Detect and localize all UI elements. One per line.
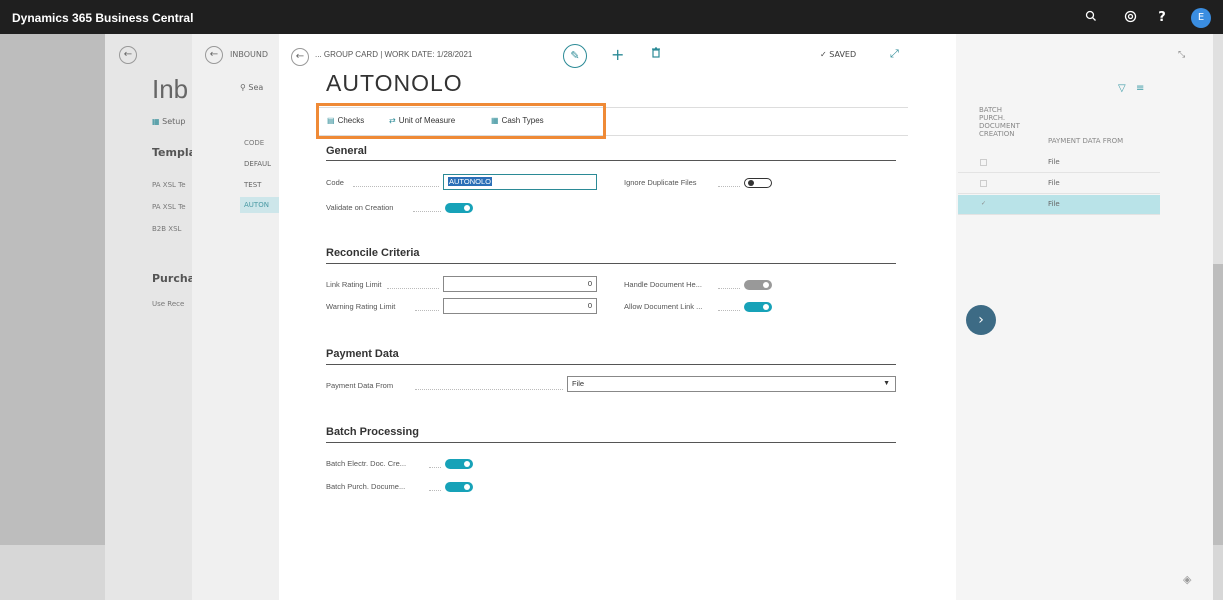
- page-2-title: INBOUND: [230, 50, 268, 59]
- field-leader: [413, 211, 441, 212]
- batch-electr-toggle[interactable]: [445, 459, 473, 469]
- page-1-title: Inb: [152, 74, 189, 104]
- table-row[interactable]: File: [958, 153, 1160, 173]
- templates-heading: Templa: [152, 146, 197, 159]
- batch-column-header[interactable]: BATCH PURCH. DOCUMENT CREATION: [979, 106, 1020, 138]
- validate-toggle[interactable]: [445, 203, 473, 213]
- check-icon: ✓: [820, 50, 827, 59]
- payment-value: File: [1048, 158, 1060, 166]
- search-icon[interactable]: [1083, 10, 1099, 26]
- breadcrumb: ... GROUP CARD | WORK DATE: 1/28/2021: [315, 50, 473, 59]
- checks-icon: ▤: [327, 116, 335, 125]
- link-rating-field[interactable]: 0: [443, 276, 597, 292]
- field-leader: [415, 310, 439, 311]
- payment-from-select[interactable]: File ▼: [567, 376, 896, 392]
- purchase-heading: Purcha: [152, 272, 196, 285]
- expand-icon[interactable]: ⤢: [890, 47, 899, 61]
- cash-types-icon: ▦: [491, 116, 499, 125]
- app-title[interactable]: Dynamics 365 Business Central: [12, 11, 193, 25]
- warning-rating-field[interactable]: 0: [443, 298, 597, 314]
- batch-checkbox: [980, 180, 987, 187]
- ignore-duplicate-toggle[interactable]: [744, 178, 772, 188]
- template-item[interactable]: PA XSL Te: [152, 181, 186, 189]
- help-icon[interactable]: ?: [1154, 10, 1170, 26]
- dropdown-arrow-icon: ▼: [883, 380, 890, 387]
- link-rating-label: Link Rating Limit: [326, 280, 382, 289]
- field-leader: [415, 389, 563, 390]
- validate-label: Validate on Creation: [326, 203, 394, 212]
- saved-status: ✓ SAVED: [820, 50, 857, 59]
- edit-icon[interactable]: ✎: [563, 44, 587, 68]
- allow-document-toggle[interactable]: [744, 302, 772, 312]
- next-record-button[interactable]: ›: [966, 305, 996, 335]
- setup-icon: ▦: [152, 117, 160, 126]
- scrollbar[interactable]: [1213, 34, 1223, 264]
- code-field[interactable]: AUTONOLO: [443, 174, 597, 190]
- batch-purch-label: Batch Purch. Docume...: [326, 482, 406, 491]
- table-row[interactable]: File: [958, 174, 1160, 194]
- batch-purch-toggle[interactable]: [445, 482, 473, 492]
- top-bar: Dynamics 365 Business Central ? E: [0, 0, 1223, 34]
- filter-icon[interactable]: ▽: [1118, 83, 1126, 94]
- section-divider: [326, 442, 896, 443]
- settings-icon[interactable]: [1122, 10, 1138, 26]
- template-item[interactable]: B2B XSL: [152, 225, 181, 233]
- field-leader: [353, 186, 439, 187]
- list-item-selected[interactable]: AUTON: [240, 197, 280, 213]
- ignore-duplicate-label: Ignore Duplicate Files: [624, 178, 697, 187]
- payment-column-header[interactable]: PAYMENT DATA FROM: [1048, 137, 1123, 145]
- general-heading[interactable]: General: [326, 145, 367, 157]
- field-leader: [718, 186, 740, 187]
- payment-heading[interactable]: Payment Data: [326, 348, 399, 360]
- allow-document-label: Allow Document Link ...: [624, 302, 703, 311]
- setup-action[interactable]: ▦ Setup: [152, 117, 185, 126]
- payment-value: File: [1048, 179, 1060, 187]
- batch-checkbox: ✓: [980, 200, 987, 207]
- handle-document-toggle[interactable]: [744, 280, 772, 290]
- cash-types-action[interactable]: ▦ Cash Types: [491, 116, 544, 125]
- section-divider: [326, 160, 896, 161]
- section-divider: [326, 263, 896, 264]
- field-leader: [387, 288, 439, 289]
- back-button-page-1[interactable]: ←: [119, 46, 137, 64]
- delete-icon[interactable]: [651, 47, 661, 61]
- handle-document-label: Handle Document He...: [624, 280, 702, 289]
- search-input[interactable]: ⚲ Sea: [240, 83, 263, 92]
- list-item[interactable]: TEST: [240, 177, 280, 193]
- batch-electr-label: Batch Electr. Doc. Cre...: [326, 459, 407, 468]
- checks-action[interactable]: ▤ Checks: [327, 116, 364, 125]
- batch-heading[interactable]: Batch Processing: [326, 426, 419, 438]
- collapse-icon[interactable]: ⤡: [1178, 50, 1185, 60]
- avatar[interactable]: E: [1191, 8, 1211, 28]
- payment-value: File: [1048, 200, 1060, 208]
- unit-of-measure-action[interactable]: ⇄ Unit of Measure: [389, 116, 455, 125]
- field-leader: [718, 310, 740, 311]
- add-icon[interactable]: +: [611, 45, 624, 64]
- list-item[interactable]: DEFAUL: [240, 156, 280, 172]
- field-leader: [429, 467, 441, 468]
- warning-rating-label: Warning Rating Limit: [326, 302, 396, 311]
- back-button-page-2[interactable]: ←: [205, 46, 223, 64]
- field-leader: [429, 490, 441, 491]
- diamond-icon[interactable]: ◈: [1183, 573, 1191, 586]
- batch-checkbox: [980, 159, 987, 166]
- payment-from-label: Payment Data From: [326, 381, 394, 390]
- section-divider: [326, 364, 896, 365]
- field-leader: [718, 288, 740, 289]
- purchase-item[interactable]: Use Rece: [152, 300, 184, 308]
- unit-of-measure-icon: ⇄: [389, 116, 396, 125]
- template-item[interactable]: PA XSL Te: [152, 203, 186, 211]
- search-icon: ⚲: [240, 83, 246, 92]
- page-title: AUTONOLO: [326, 70, 463, 96]
- list-view-icon[interactable]: ≡: [1136, 83, 1144, 94]
- code-label: Code: [326, 178, 344, 187]
- reconcile-heading[interactable]: Reconcile Criteria: [326, 247, 420, 259]
- code-column-header[interactable]: CODE: [244, 139, 264, 147]
- back-button[interactable]: ←: [291, 48, 309, 66]
- table-row-selected[interactable]: ✓ File: [958, 195, 1160, 215]
